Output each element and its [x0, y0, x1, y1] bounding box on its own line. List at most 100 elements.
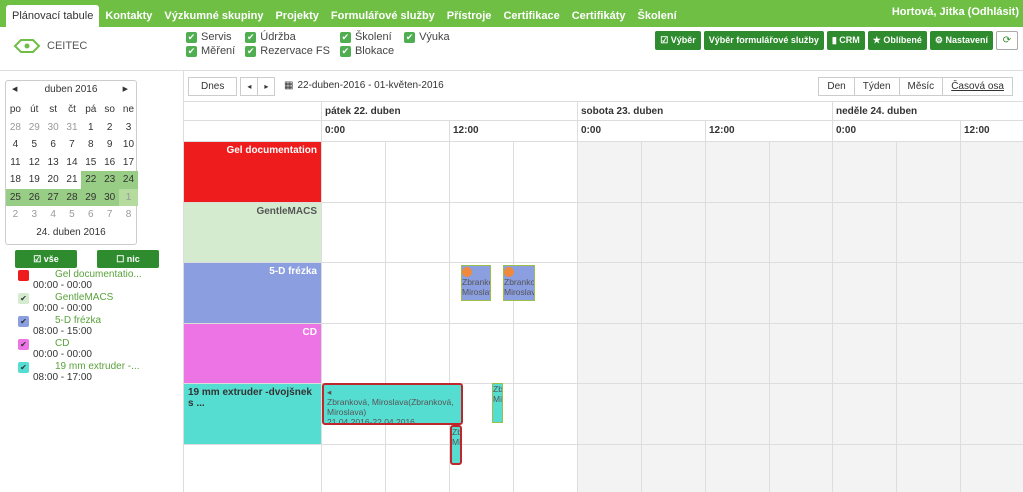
- resource-label[interactable]: 5-D frézka: [184, 263, 321, 323]
- mini-calendar-day[interactable]: 28: [62, 188, 82, 206]
- vyber-fs-button[interactable]: Výběr formulářové služby: [703, 31, 824, 50]
- prev-button[interactable]: ◂: [240, 77, 259, 96]
- select-none-button[interactable]: ☐ nic: [97, 250, 159, 268]
- next-month-icon[interactable]: ▶: [123, 81, 128, 99]
- mini-calendar-day[interactable]: 29: [25, 119, 44, 137]
- legend-checkbox-icon[interactable]: ✔: [18, 316, 29, 327]
- event-extruder-main[interactable]: ◂ Zbranková, Miroslava(Zbranková, Mirosl…: [322, 383, 463, 425]
- mini-calendar-day[interactable]: 25: [6, 188, 25, 206]
- mini-calendar-day[interactable]: 5: [25, 136, 44, 154]
- mini-calendar-day[interactable]: 30: [100, 188, 120, 206]
- event-5d-frezka-2[interactable]: Zbrankova, Miroslava: [503, 265, 535, 301]
- mini-calendar-day[interactable]: 1: [81, 119, 100, 137]
- mini-calendar-day[interactable]: 7: [100, 206, 119, 224]
- checkbox-checked-icon[interactable]: ✔: [245, 31, 257, 43]
- mini-calendar-day[interactable]: 26: [24, 188, 44, 206]
- nav-vyzkumne-skupiny[interactable]: Výzkumné skupiny: [158, 5, 269, 27]
- mini-calendar-day[interactable]: 1: [119, 188, 138, 206]
- vyber-button[interactable]: ☑ Výběr: [655, 31, 701, 50]
- mini-calendar-day[interactable]: 3: [25, 206, 44, 224]
- legend-name[interactable]: GentleMACS: [55, 292, 175, 303]
- mini-calendar-day[interactable]: 17: [119, 154, 138, 172]
- mini-calendar-day[interactable]: 8: [119, 206, 138, 224]
- today-button[interactable]: Dnes: [188, 77, 238, 96]
- nav-pristroje[interactable]: Přístroje: [441, 5, 498, 27]
- filter-udrzba[interactable]: ✔ Údržba: [245, 31, 330, 43]
- view-casova-osa[interactable]: Časová osa: [943, 77, 1013, 96]
- resource-label[interactable]: GentleMACS: [184, 202, 321, 262]
- legend-checkbox-icon[interactable]: ✔: [18, 293, 29, 304]
- nav-certifikace[interactable]: Certifikace: [497, 5, 565, 27]
- filter-blokace[interactable]: ✔ Blokace: [339, 45, 394, 57]
- mini-calendar-day[interactable]: 6: [81, 206, 100, 224]
- mini-calendar-day[interactable]: 2: [6, 206, 25, 224]
- legend-checkbox-icon[interactable]: ✔: [18, 339, 29, 350]
- mini-calendar-day[interactable]: 12: [25, 154, 44, 172]
- filter-vyuka[interactable]: ✔ Výuka: [404, 31, 450, 43]
- mini-calendar-day[interactable]: 7: [63, 136, 82, 154]
- view-mesic[interactable]: Měsíc: [899, 77, 944, 96]
- next-button[interactable]: ▸: [258, 77, 276, 96]
- mini-calendar-day[interactable]: 19: [25, 171, 44, 189]
- mini-calendar-day[interactable]: 4: [6, 136, 25, 154]
- mini-calendar-day[interactable]: 22: [81, 171, 101, 189]
- mini-calendar-day[interactable]: 27: [43, 188, 63, 206]
- legend-item[interactable]: ✔ 5-D frézka 08:00 - 15:00: [18, 314, 180, 337]
- prev-month-icon[interactable]: ◀: [12, 81, 17, 99]
- mini-calendar-day[interactable]: 15: [81, 154, 100, 172]
- resource-label[interactable]: Gel documentation: [184, 142, 321, 202]
- mini-calendar-day[interactable]: 20: [44, 171, 63, 189]
- mini-calendar-day[interactable]: 6: [44, 136, 63, 154]
- mini-calendar-day[interactable]: 2: [100, 119, 119, 137]
- logo[interactable]: CEITEC: [12, 38, 87, 54]
- mini-calendar-day[interactable]: 11: [6, 154, 25, 172]
- mini-calendar-day[interactable]: 28: [6, 119, 25, 137]
- mini-calendar-day[interactable]: 13: [44, 154, 63, 172]
- mini-calendar-day[interactable]: 24: [119, 171, 138, 189]
- mini-calendar-day[interactable]: 16: [100, 154, 119, 172]
- view-den[interactable]: Den: [818, 77, 855, 96]
- checkbox-checked-icon[interactable]: ✔: [339, 31, 351, 43]
- nastaveni-button[interactable]: ⚙ Nastavení: [929, 31, 993, 50]
- view-tyden[interactable]: Týden: [854, 77, 900, 96]
- checkbox-checked-icon[interactable]: ✔: [245, 45, 257, 57]
- legend-item[interactable]: ✔ GentleMACS 00:00 - 00:00: [18, 291, 180, 314]
- nav-certifikaty[interactable]: Certifikáty: [566, 5, 632, 27]
- legend-checkbox-icon[interactable]: [18, 270, 29, 281]
- checkbox-checked-icon[interactable]: ✔: [404, 31, 416, 43]
- mini-calendar-day[interactable]: 8: [81, 136, 100, 154]
- oblibene-button[interactable]: ★ Oblíbené: [867, 31, 927, 50]
- legend-checkbox-icon[interactable]: ✔: [18, 362, 29, 373]
- mini-calendar-day[interactable]: 23: [100, 171, 120, 189]
- mini-calendar-day[interactable]: 18: [6, 171, 25, 189]
- checkbox-checked-icon[interactable]: ✔: [186, 31, 197, 43]
- mini-calendar-day[interactable]: 29: [81, 188, 101, 206]
- mini-calendar-day[interactable]: 9: [100, 136, 119, 154]
- refresh-button[interactable]: ⟳: [996, 31, 1018, 50]
- mini-calendar-day[interactable]: 21: [63, 171, 82, 189]
- select-all-button[interactable]: ☑ vše: [15, 250, 77, 268]
- legend-name[interactable]: Gel documentatio...: [55, 269, 175, 280]
- mini-calendar-day[interactable]: 3: [119, 119, 138, 137]
- nav-formularove-sluzby[interactable]: Formulářové služby: [325, 5, 441, 27]
- mini-calendar-day[interactable]: 10: [119, 136, 138, 154]
- checkbox-checked-icon[interactable]: ✔: [186, 45, 197, 57]
- nav-planovaci-tabule[interactable]: Plánovací tabule: [6, 5, 100, 27]
- legend-item[interactable]: Gel documentatio... 00:00 - 00:00: [18, 268, 180, 291]
- mini-calendar-day[interactable]: 14: [63, 154, 82, 172]
- nav-projekty[interactable]: Projekty: [269, 5, 324, 27]
- mini-calendar-day[interactable]: 30: [44, 119, 63, 137]
- legend-name[interactable]: 19 mm extruder -...: [55, 361, 175, 372]
- filter-rezervace-fs[interactable]: ✔ Rezervace FS: [245, 45, 330, 57]
- crm-button[interactable]: ▮ CRM: [826, 31, 865, 50]
- legend-name[interactable]: CD: [55, 338, 175, 349]
- resource-label[interactable]: CD: [184, 323, 321, 383]
- filter-mereni[interactable]: ✔ Měření: [186, 45, 235, 57]
- event-5d-frezka-1[interactable]: Zbrankova, Miroslava: [461, 265, 491, 301]
- nav-kontakty[interactable]: Kontakty: [99, 5, 158, 27]
- resource-label[interactable]: 19 mm extruder -dvojšnek s ...: [184, 384, 321, 444]
- legend-name[interactable]: 5-D frézka: [55, 315, 175, 326]
- legend-item[interactable]: ✔ 19 mm extruder -... 08:00 - 17:00: [18, 360, 180, 383]
- filter-skoleni[interactable]: ✔ Školení: [339, 31, 394, 43]
- event-extruder-small-1[interactable]: Zbranková, Miroslava: [450, 425, 462, 465]
